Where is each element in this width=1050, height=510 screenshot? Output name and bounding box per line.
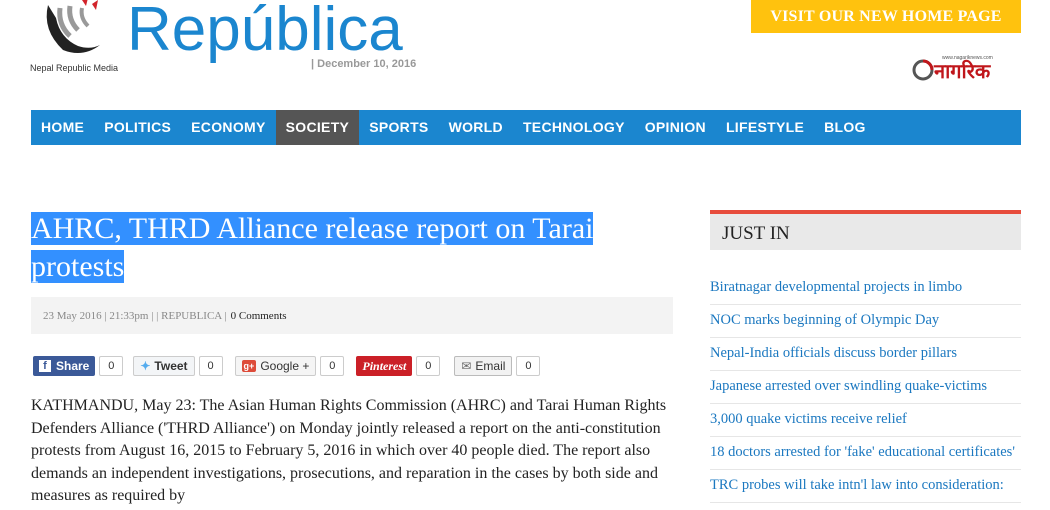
email-count: 0 <box>516 356 541 376</box>
nav-society[interactable]: SOCIETY <box>275 110 360 145</box>
facebook-share-button[interactable]: f Share <box>33 356 96 376</box>
pinterest-count: 0 <box>416 356 441 376</box>
twitter-tweet-button[interactable]: ✦ Tweet <box>133 356 195 376</box>
tweet-label: Tweet <box>154 359 188 373</box>
just-in-title: JUST IN <box>722 223 790 244</box>
just-in-item[interactable]: 18 doctors arrested for 'fake' education… <box>710 437 1021 470</box>
share-bar: f Share 0 ✦ Tweet 0 g+ Google + 0 Pinter… <box>33 355 541 377</box>
just-in-item[interactable]: NOC marks beginning of Olympic Day <box>710 305 1021 338</box>
article-meta: 23 May 2016 | 21:33pm | | REPUBLICA | 0 … <box>31 297 673 334</box>
email-share-button[interactable]: ✉ Email <box>454 356 513 376</box>
pinterest-label: Pinterest <box>362 358 407 373</box>
republica-logo-icon[interactable] <box>38 0 108 58</box>
just-in-item[interactable]: Nepal-India officials discuss border pil… <box>710 338 1021 371</box>
twitter-count: 0 <box>198 356 223 376</box>
nav-home[interactable]: HOME <box>31 110 94 145</box>
just-in-header: JUST IN <box>710 210 1021 250</box>
nagarik-wordmark: नागरिक <box>934 59 991 83</box>
nav-lifestyle[interactable]: LIFESTYLE <box>716 110 814 145</box>
facebook-count: 0 <box>99 356 124 376</box>
comments-link[interactable]: 0 Comments <box>231 310 287 322</box>
just-in-item[interactable]: TRC probes will take intn'l law into con… <box>710 470 1021 503</box>
just-in-item[interactable]: Biratnagar developmental projects in lim… <box>710 272 1021 305</box>
facebook-share-label: Share <box>56 359 90 373</box>
just-in-item[interactable]: 3,000 quake victims receive relief <box>710 404 1021 437</box>
just-in-item[interactable]: Japanese arrested over swindling quake-v… <box>710 371 1021 404</box>
article-title: AHRC, THRD Alliance release report on Ta… <box>31 210 671 286</box>
email-icon: ✉ <box>461 359 472 373</box>
nav-sports[interactable]: SPORTS <box>359 110 438 145</box>
google-plus-count: 0 <box>320 356 345 376</box>
article-title-text: AHRC, THRD Alliance release report on Ta… <box>31 212 594 283</box>
nagarik-swirl-icon <box>912 59 934 81</box>
nav-opinion[interactable]: OPINION <box>635 110 716 145</box>
article-body: KATHMANDU, May 23: The Asian Human Right… <box>31 397 667 504</box>
nav-economy[interactable]: ECONOMY <box>181 110 275 145</box>
nav-world[interactable]: WORLD <box>439 110 513 145</box>
nav-blog[interactable]: BLOG <box>814 110 876 145</box>
main-nav: HOME POLITICS ECONOMY SOCIETY SPORTS WOR… <box>31 110 1021 145</box>
facebook-icon: f <box>39 360 51 372</box>
visit-new-homepage-button[interactable]: VISIT OUR NEW HOME PAGE <box>751 0 1021 33</box>
nagarik-logo[interactable]: www.nagariknews.com नागरिक <box>912 55 1022 83</box>
email-label: Email <box>475 359 506 373</box>
article-meta-text: 23 May 2016 | 21:33pm | | REPUBLICA | <box>43 309 227 322</box>
google-plus-label: Google + <box>260 359 310 373</box>
site-tagline: Nepal Republic Media <box>30 63 119 73</box>
pinterest-button[interactable]: Pinterest <box>356 356 413 376</box>
current-date: | December 10, 2016 <box>311 58 417 70</box>
nav-politics[interactable]: POLITICS <box>94 110 181 145</box>
google-plus-icon: g+ <box>241 360 257 372</box>
nav-technology[interactable]: TECHNOLOGY <box>513 110 635 145</box>
just-in-list: Biratnagar developmental projects in lim… <box>710 272 1021 503</box>
google-plus-button[interactable]: g+ Google + <box>234 356 317 376</box>
twitter-icon: ✦ <box>140 359 151 373</box>
